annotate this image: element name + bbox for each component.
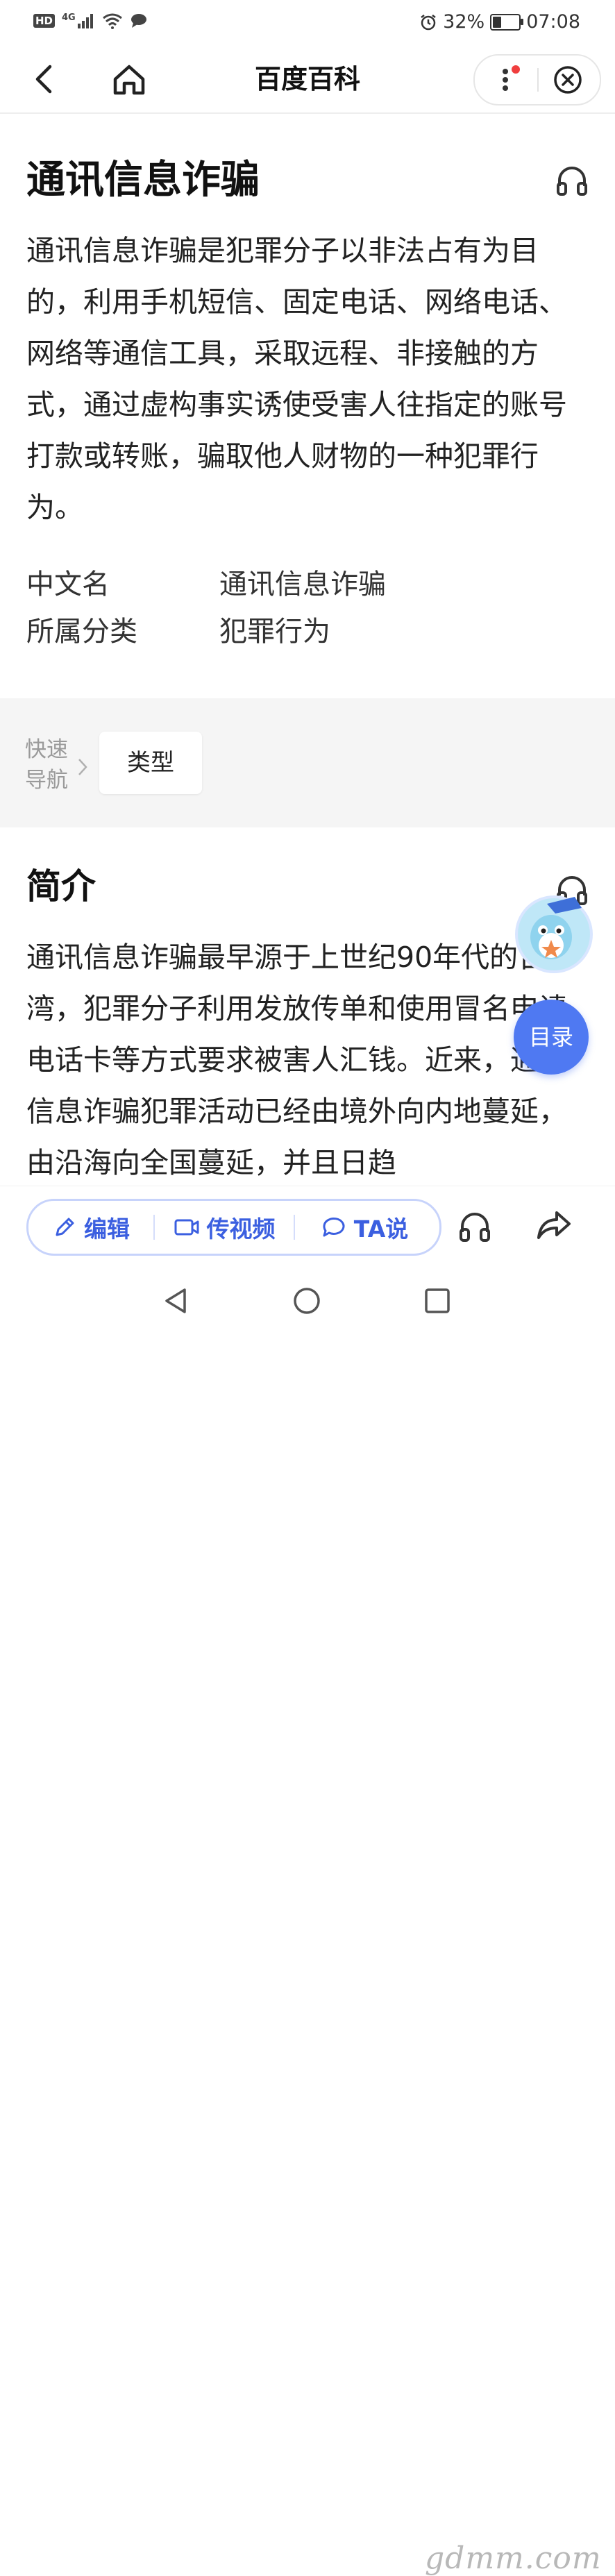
pencil-icon (56, 1218, 74, 1236)
quick-nav-label: 快速 导航 (25, 734, 81, 795)
video-icon (174, 1219, 199, 1236)
mascot-icon (530, 897, 582, 959)
section-title-intro: 简介 (26, 866, 96, 907)
infobox: 中文名 通讯信息诈骗 所属分类 犯罪行为 (26, 561, 590, 655)
upload-video-label: 传视频 (206, 1215, 276, 1243)
status-bar: HD 4G 32% 07:08 (0, 0, 615, 46)
nav-recents-square-icon[interactable] (422, 1286, 453, 1316)
mini-program-capsule (473, 54, 601, 106)
clock: 07:08 (526, 11, 580, 33)
mascot-avatar[interactable] (515, 895, 593, 973)
signal-icon (77, 14, 93, 28)
nav-bar: 百度百科 (0, 46, 615, 114)
action-pill: 编辑 传视频 TA说 (26, 1199, 441, 1256)
intro-text: 通讯信息诈骗最早源于上世纪90年代的台湾，犯罪分子利用发放传单和使用冒名申请电话… (26, 941, 567, 1179)
capsule-divider (537, 68, 539, 92)
quick-nav-item-type[interactable]: 类型 (99, 732, 202, 794)
infobox-value: 犯罪行为 (219, 616, 330, 648)
battery-icon (490, 13, 524, 31)
quick-nav-label-line2: 导航 (25, 768, 68, 793)
edit-label: 编辑 (84, 1215, 130, 1243)
quick-nav: 快速 导航 类型 (0, 698, 615, 827)
battery-percent: 32% (443, 11, 485, 33)
share-icon[interactable] (536, 1207, 572, 1243)
alarm-icon (421, 14, 436, 30)
edit-button[interactable]: 编辑 (28, 1201, 153, 1254)
nav-home-circle-icon[interactable] (292, 1286, 322, 1316)
upload-video-button[interactable]: 传视频 (155, 1201, 294, 1254)
chevron-right-icon (78, 759, 87, 775)
article-title: 通讯信息诈骗 (26, 158, 260, 203)
network-type: 4G (62, 12, 76, 23)
quick-nav-label-line1: 快速 (25, 737, 68, 762)
infobox-value: 通讯信息诈骗 (219, 569, 386, 600)
wifi-icon (102, 13, 122, 29)
close-icon[interactable] (553, 65, 583, 95)
ta-say-label: TA说 (353, 1215, 409, 1243)
chat-icon (323, 1217, 345, 1237)
notification-dot (512, 65, 520, 74)
infobox-key: 中文名 (26, 569, 110, 600)
hd-badge: HD (33, 14, 56, 28)
ta-say-button[interactable]: TA说 (295, 1201, 434, 1254)
article-summary: 通讯信息诈骗是犯罪分子以非法占有为目的，利用手机短信、固定电话、网络电话、网络等… (26, 234, 567, 524)
nav-back-triangle-icon[interactable] (161, 1286, 192, 1316)
system-nav-bar: gdmm.com (0, 1269, 615, 2576)
infobox-key: 所属分类 (26, 616, 137, 648)
action-bar: 编辑 传视频 TA说 (0, 1186, 615, 1270)
message-icon (130, 14, 146, 28)
status-left: HD 4G (33, 12, 148, 29)
infobox-row: 所属分类 犯罪行为 (26, 608, 590, 655)
battery-fill (493, 16, 502, 28)
headphones-icon[interactable] (457, 1209, 493, 1245)
headphones-icon[interactable] (554, 162, 590, 199)
toc-button[interactable]: 目录 (514, 1000, 589, 1075)
more-icon[interactable] (494, 65, 522, 94)
infobox-row: 中文名 通讯信息诈骗 (26, 561, 590, 608)
status-right: 32% 07:08 (419, 11, 580, 33)
watermark: gdmm.com (425, 2541, 602, 2576)
